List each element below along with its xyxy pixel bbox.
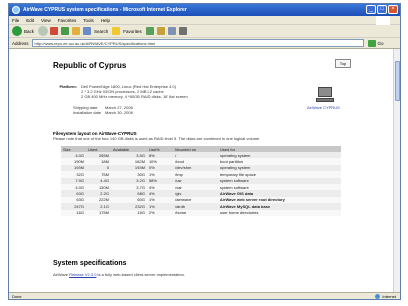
media-icon[interactable] <box>145 27 154 35</box>
toolbar: Back Search Favorites <box>9 25 400 38</box>
table-cell: 2% <box>146 209 174 216</box>
screenshot-frame: AirWave CYPRUS system specifications - M… <box>0 0 408 306</box>
print-icon[interactable] <box>178 27 187 35</box>
window-controls: _ □ × <box>366 5 398 14</box>
system-specifications-heading: System specifications <box>53 260 127 267</box>
home-icon[interactable] <box>72 27 81 35</box>
system-spec-line: AirWave Release V2.3.0 is a fully web-ba… <box>53 272 185 277</box>
scrollbar-thumb[interactable] <box>395 61 400 101</box>
window-title: AirWave CYPRUS system specifications - M… <box>23 7 187 13</box>
mail-icon[interactable] <box>167 27 176 35</box>
platform-block: Platform: Dell PowerEdge 1800, Linux (Re… <box>53 84 313 100</box>
browser-window: AirWave CYPRUS system specifications - M… <box>8 3 401 300</box>
minimize-button[interactable]: _ <box>366 5 376 14</box>
favorites-label[interactable]: Favorites <box>123 29 142 34</box>
vertical-scrollbar[interactable] <box>393 49 400 292</box>
filesystem-note: Please note that one of the four 140 GB … <box>53 136 260 141</box>
address-label: Address <box>12 40 29 46</box>
stop-icon[interactable] <box>50 27 59 35</box>
internet-explorer-icon <box>12 6 20 14</box>
computer-icon[interactable] <box>316 87 334 103</box>
back-arrow-icon[interactable] <box>12 26 22 36</box>
globe-icon <box>375 294 381 299</box>
menu-edit[interactable]: Edit <box>26 18 34 23</box>
windows-logo-icon <box>376 16 390 25</box>
menu-help[interactable]: Help <box>101 18 110 23</box>
menu-view[interactable]: View <box>41 18 51 23</box>
menu-file[interactable]: File <box>12 18 19 23</box>
table-cell: /home <box>173 209 218 216</box>
sys-prefix: AirWave <box>53 272 70 277</box>
dates-block: Shipping date March 27, 2006 Installatio… <box>53 105 253 116</box>
menu-favorites[interactable]: Favorites <box>58 18 77 23</box>
close-button[interactable]: × <box>388 5 398 14</box>
menu-tools[interactable]: Tools <box>83 18 94 23</box>
security-zone: Internet <box>375 294 396 299</box>
status-text: Done <box>12 294 22 299</box>
address-input[interactable]: http://www.repo.ee.ucl.ac.uk/AIRWAVE/CYP… <box>31 39 364 47</box>
menu-bar: File Edit View Favorites Tools Help <box>9 16 400 25</box>
computer-base <box>316 98 334 102</box>
go-button[interactable]: Go <box>378 41 384 46</box>
table-cell: 16G <box>61 209 86 216</box>
install-label: Installation date <box>73 110 102 115</box>
sys-suffix: is a fully web-based client-server imple… <box>96 272 185 277</box>
refresh-icon[interactable] <box>61 27 70 35</box>
favorites-star-icon[interactable] <box>112 27 121 35</box>
install-value: March 30, 2006 <box>105 110 133 115</box>
table-row: 16G 175M 15G 2%/home user home directories <box>61 209 341 216</box>
search-icon[interactable] <box>83 27 92 35</box>
history-icon[interactable] <box>156 27 165 35</box>
title-bar[interactable]: AirWave CYPRUS system specifications - M… <box>9 4 400 16</box>
filesystem-table-body: 4.0G 265M 3.5G 8% / operating system 190M 18M 16… <box>61 152 341 216</box>
zone-label: Internet <box>382 294 396 299</box>
platform-line-3: 2 GB 400 MHz memory, 4 *80GB RAID disks,… <box>81 94 188 99</box>
release-link[interactable]: Release V2.3.0 <box>69 272 96 277</box>
status-bar: Done Internet <box>9 292 400 299</box>
table-cell: user home directories <box>217 209 341 216</box>
maximize-button[interactable]: □ <box>377 5 387 14</box>
table-cell: 15G <box>110 209 147 216</box>
page-content: Republic of Cyprus Top Platform: Dell Po… <box>9 49 393 292</box>
go-arrow-icon[interactable] <box>367 39 376 47</box>
computer-link[interactable]: AirWave CYPRUS <box>307 105 340 110</box>
platform-label: Platform: <box>59 84 77 89</box>
address-bar: Address http://www.repo.ee.ucl.ac.uk/AIR… <box>9 38 400 49</box>
forward-arrow-icon[interactable] <box>38 26 49 36</box>
page-title: Republic of Cyprus <box>53 61 127 70</box>
top-button[interactable]: Top <box>335 59 351 68</box>
search-label[interactable]: Search <box>94 29 108 34</box>
table-cell: 175M <box>85 209 111 216</box>
computer-screen <box>318 87 332 97</box>
filesystem-table: Size Used Available Use% Mounted on Used… <box>61 146 341 216</box>
back-label[interactable]: Back <box>24 29 34 34</box>
